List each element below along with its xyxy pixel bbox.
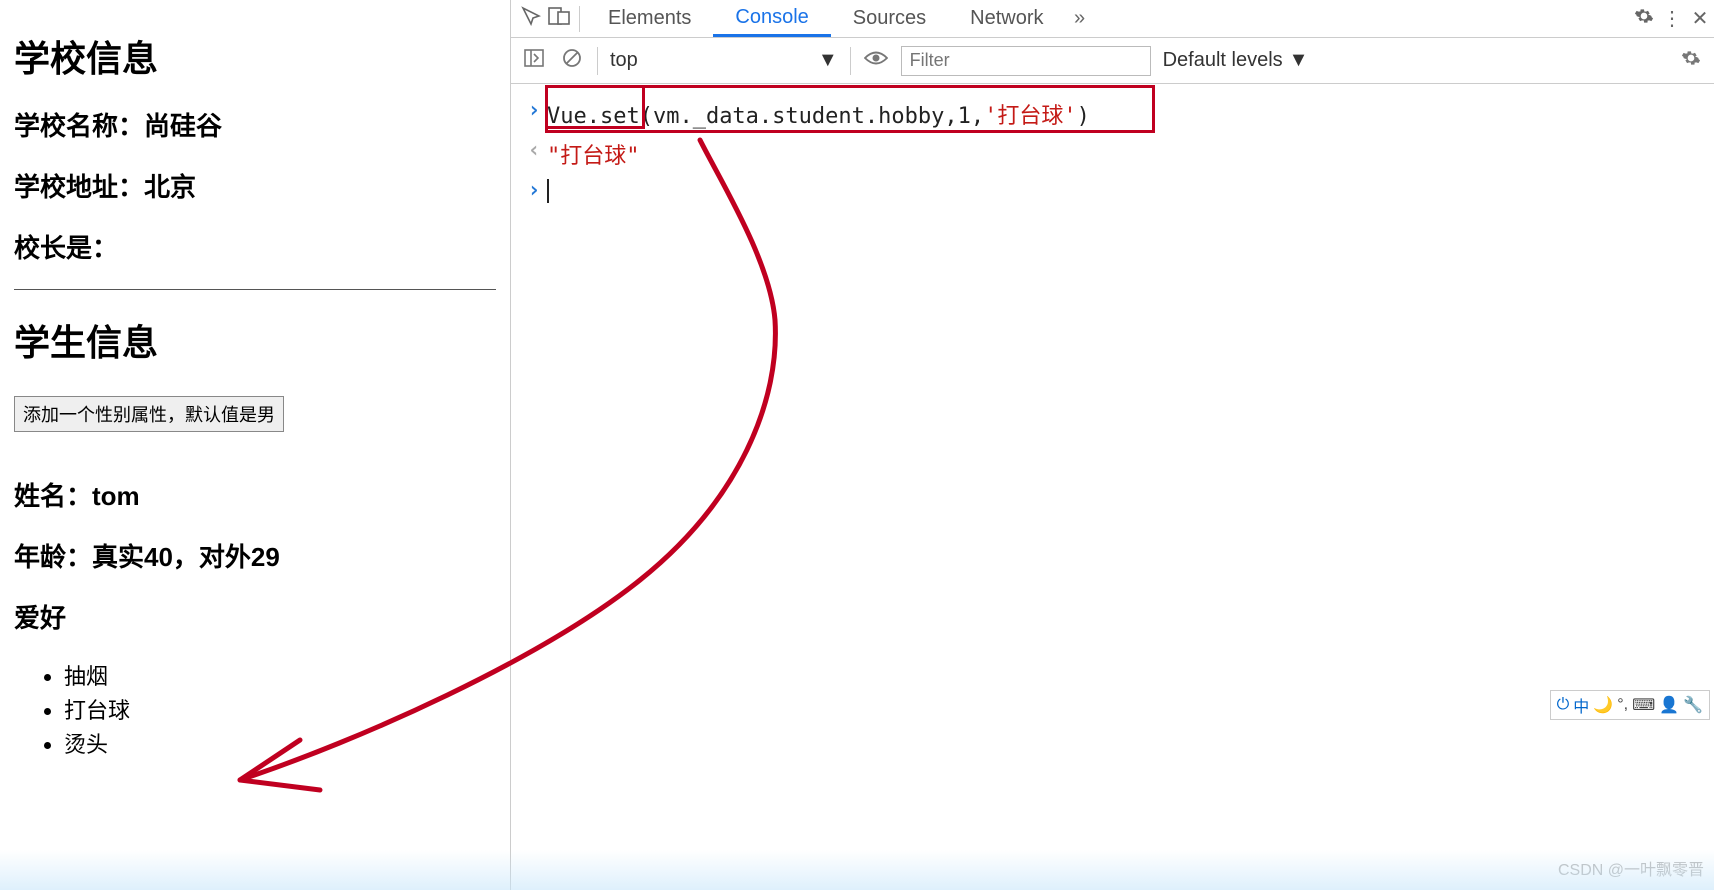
wrench-icon[interactable]: 🔧: [1683, 695, 1703, 715]
log-levels-label: Default levels: [1163, 49, 1283, 72]
student-age-line: 年龄：真实40，对外29: [14, 537, 496, 574]
ime-punct-icon[interactable]: °,: [1617, 696, 1628, 714]
school-addr-line: 学校地址：北京: [14, 167, 496, 204]
chevron-down-icon: ▼: [818, 49, 838, 72]
context-selector[interactable]: top ▼: [610, 49, 838, 72]
console-input-code: Vue.set(vm._data.student.hobby,1,'打台球'): [547, 98, 1090, 130]
rendered-page: 学校信息 学校名称：尚硅谷 学校地址：北京 校长是： 学生信息 添加一个性别属性…: [0, 0, 510, 890]
chevron-down-icon: ▼: [1289, 49, 1309, 72]
eye-icon[interactable]: [863, 49, 889, 73]
prompt-arrow-icon: ›: [521, 98, 547, 123]
user-icon[interactable]: 👤: [1659, 695, 1679, 715]
school-name-line: 学校名称：尚硅谷: [14, 106, 496, 143]
divider: [597, 47, 598, 75]
console-prompt-line[interactable]: ›: [511, 174, 1714, 207]
console-toolbar: top ▼ Default levels ▼: [511, 38, 1714, 84]
divider: [579, 6, 580, 32]
add-gender-button[interactable]: 添加一个性别属性，默认值是男: [14, 396, 284, 432]
decorative-wave: [0, 850, 1714, 890]
divider: [850, 47, 851, 75]
list-item: 打台球: [64, 693, 496, 725]
ime-lang-indicator[interactable]: 中: [1573, 693, 1589, 717]
devtools-tabs: Elements Console Sources Network » ⋮ ✕: [511, 0, 1714, 38]
sidebar-toggle-icon[interactable]: [521, 49, 547, 73]
hobby-list: 抽烟 打台球 烫头: [64, 659, 496, 759]
more-tabs-icon[interactable]: »: [1066, 7, 1094, 30]
log-levels-selector[interactable]: Default levels ▼: [1163, 49, 1309, 72]
list-item: 烫头: [64, 727, 496, 759]
tab-sources[interactable]: Sources: [831, 0, 948, 37]
close-icon[interactable]: ✕: [1686, 6, 1714, 31]
ime-status-bar: ⏻ 中 🌙 °, ⌨ 👤 🔧: [1550, 690, 1710, 720]
settings-gear-icon[interactable]: [1678, 48, 1704, 74]
student-name-line: 姓名：tom: [14, 476, 496, 513]
console-return-value: "打台球": [547, 138, 640, 170]
tab-network[interactable]: Network: [948, 0, 1065, 37]
tab-console[interactable]: Console: [713, 0, 830, 37]
principal-line: 校长是：: [14, 228, 496, 265]
moon-icon[interactable]: 🌙: [1593, 695, 1613, 715]
school-heading: 学校信息: [14, 30, 496, 82]
list-item: 抽烟: [64, 659, 496, 691]
divider: [14, 289, 496, 290]
console-return-line: ‹ "打台球": [511, 134, 1714, 174]
text-cursor: [547, 179, 549, 203]
return-arrow-icon: ‹: [521, 138, 547, 163]
device-toggle-icon[interactable]: [545, 7, 573, 31]
clear-console-icon[interactable]: [559, 48, 585, 74]
keyboard-icon[interactable]: ⌨: [1632, 695, 1655, 715]
kebab-menu-icon[interactable]: ⋮: [1658, 6, 1686, 31]
console-body[interactable]: › Vue.set(vm._data.student.hobby,1,'打台球'…: [511, 84, 1714, 890]
context-selector-label: top: [610, 49, 638, 72]
inspect-icon[interactable]: [517, 6, 545, 32]
settings-icon[interactable]: [1630, 6, 1658, 32]
hobby-heading: 爱好: [14, 598, 496, 635]
prompt-arrow-icon: ›: [521, 178, 547, 203]
console-input-line: › Vue.set(vm._data.student.hobby,1,'打台球'…: [511, 94, 1714, 134]
ime-power-icon[interactable]: ⏻: [1557, 696, 1570, 714]
devtools-panel: Elements Console Sources Network » ⋮ ✕ t…: [510, 0, 1714, 890]
tab-elements[interactable]: Elements: [586, 0, 713, 37]
student-heading: 学生信息: [14, 314, 496, 366]
filter-input[interactable]: [901, 46, 1151, 76]
